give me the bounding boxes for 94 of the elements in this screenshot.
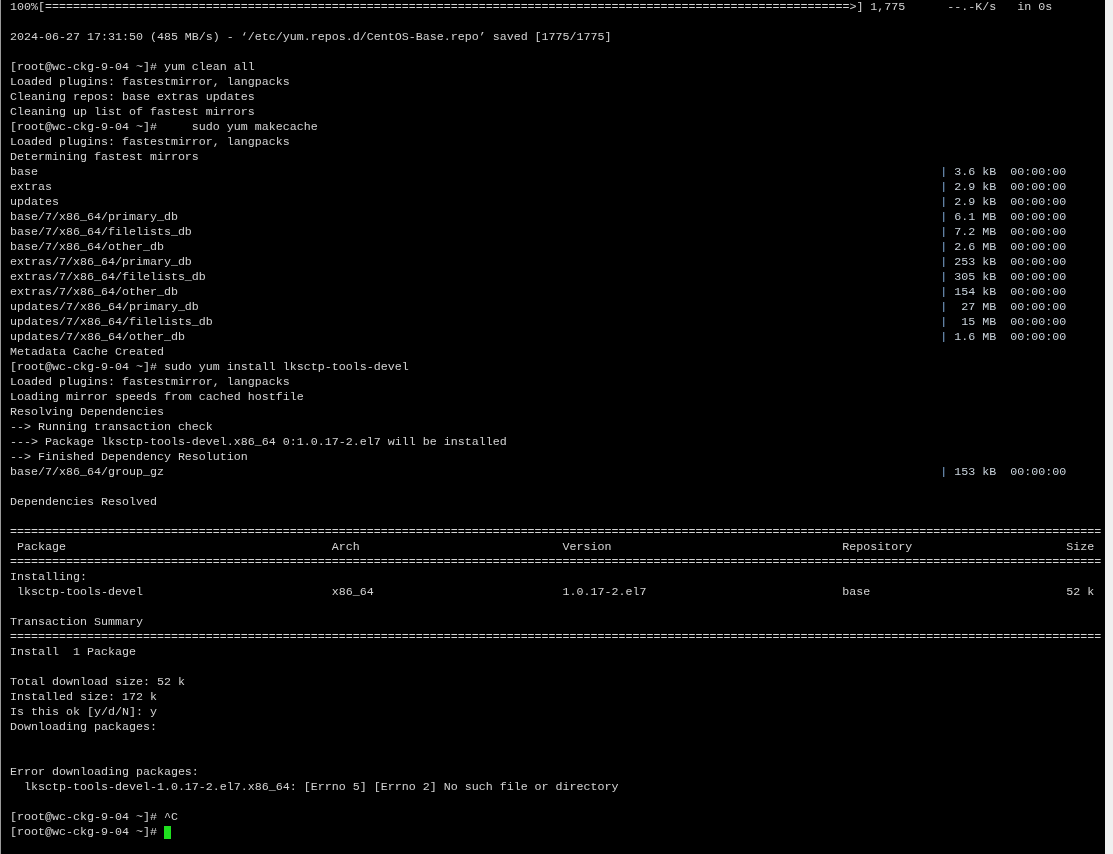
download-time: 00:00:00 — [1010, 315, 1067, 330]
terminal-line: [root@wc-ckg-9-04 ~]# — [10, 825, 158, 840]
column-separator: | — [940, 240, 948, 255]
column-header: Repository — [842, 540, 914, 555]
table-cell-text: x86_64 — [331, 585, 375, 600]
terminal-line: Loading mirror speeds from cached hostfile — [10, 390, 304, 405]
repo-name: extras/7/x86_64/primary_db — [10, 255, 193, 270]
terminal-line: Downloading packages: — [10, 720, 157, 735]
column-separator: | — [940, 315, 948, 330]
table-cell-text: lksctp-tools-devel — [17, 585, 144, 600]
download-time: 00:00:00 — [1010, 285, 1067, 300]
terminal-line: ============================================================================================================================================================ — [10, 525, 1102, 540]
column-header: Package — [17, 540, 67, 555]
download-time: 00:00:00 — [1010, 195, 1067, 210]
terminal-line: lksctp-tools-devel-1.0.17-2.el7.x86_64: [Errno 5] [Errno 2] No such file or directory — [23, 780, 619, 795]
column-separator: | — [940, 195, 948, 210]
terminal-line: 2024-06-27 17:31:50 (485 MB/s) - ‘/etc/yum.repos.d/CentOS-Base.repo’ saved [1775/1775] — [10, 30, 612, 45]
column-separator: | — [940, 300, 948, 315]
repo-name: updates/7/x86_64/primary_db — [10, 300, 200, 315]
download-size: 253 kB — [953, 255, 997, 270]
download-time: 00:00:00 — [1010, 165, 1067, 180]
repo-name: base/7/x86_64/group_gz — [10, 465, 165, 480]
terminal-line: [root@wc-ckg-9-04 ~]# yum clean all — [10, 60, 255, 75]
download-size: 154 kB — [953, 285, 997, 300]
terminal-line: Loaded plugins: fastestmirror, langpacks — [10, 135, 290, 150]
download-time: 00:00:00 — [1010, 180, 1067, 195]
column-separator: | — [940, 255, 948, 270]
column-separator: | — [940, 465, 948, 480]
column-separator: | — [940, 270, 948, 285]
terminal-line: Resolving Dependencies — [10, 405, 164, 420]
terminal-line: 100%[===================================================================================================================>] 1,775 --.-K/s in 0s — [10, 0, 1053, 15]
table-cell-text: 52 k — [1065, 585, 1095, 600]
column-separator: | — [940, 165, 948, 180]
download-time: 00:00:00 — [1010, 255, 1067, 270]
repo-name: extras/7/x86_64/other_db — [10, 285, 179, 300]
column-header: Arch — [331, 540, 361, 555]
download-size: 6.1 MB — [953, 210, 997, 225]
download-size: 15 MB — [960, 315, 997, 330]
download-time: 00:00:00 — [1010, 300, 1067, 315]
column-separator: | — [940, 210, 948, 225]
terminal-line: --> Finished Dependency Resolution — [10, 450, 248, 465]
download-time: 00:00:00 — [1010, 225, 1067, 240]
terminal-line: Error downloading packages: — [10, 765, 199, 780]
terminal-line: Cleaning repos: base extras updates — [10, 90, 255, 105]
column-header: Version — [562, 540, 613, 555]
terminal-line: Is this ok [y/d/N]: y — [10, 705, 157, 720]
terminal-line: Install 1 Package — [10, 645, 136, 660]
repo-name: base/7/x86_64/other_db — [10, 240, 165, 255]
download-time: 00:00:00 — [1010, 270, 1067, 285]
column-separator: | — [940, 330, 948, 345]
terminal-line: Loaded plugins: fastestmirror, langpacks — [10, 375, 290, 390]
column-separator: | — [940, 225, 948, 240]
column-separator: | — [940, 285, 948, 300]
terminal-line: [root@wc-ckg-9-04 ~]# ^C — [10, 810, 178, 825]
download-size: 2.9 kB — [953, 180, 997, 195]
download-size: 27 MB — [960, 300, 997, 315]
terminal-line: Metadata Cache Created — [10, 345, 164, 360]
repo-name: updates — [10, 195, 60, 210]
terminal-line: Determining fastest mirrors — [10, 150, 199, 165]
repo-name: extras/7/x86_64/filelists_db — [10, 270, 207, 285]
download-size: 2.9 kB — [953, 195, 997, 210]
repo-name: extras — [10, 180, 53, 195]
download-size: 153 kB — [953, 465, 997, 480]
terminal-line: Dependencies Resolved — [10, 495, 157, 510]
repo-name: updates/7/x86_64/other_db — [10, 330, 186, 345]
terminal-line: ============================================================================================================================================================ — [10, 555, 1102, 570]
download-size: 3.6 kB — [953, 165, 997, 180]
download-size: 305 kB — [953, 270, 997, 285]
terminal-line: Installing: — [10, 570, 87, 585]
download-size: 1.6 MB — [953, 330, 997, 345]
terminal-line: Loaded plugins: fastestmirror, langpacks — [10, 75, 290, 90]
repo-name: updates/7/x86_64/filelists_db — [10, 315, 214, 330]
terminal-line: ---> Package lksctp-tools-devel.x86_64 0:1.0.17-2.el7 will be installed — [10, 435, 507, 450]
download-time: 00:00:00 — [1010, 240, 1067, 255]
terminal-line: ============================================================================================================================================================ — [10, 630, 1102, 645]
repo-name: base/7/x86_64/filelists_db — [10, 225, 193, 240]
terminal-line: Transaction Summary — [10, 615, 143, 630]
terminal-line: Installed size: 172 k — [10, 690, 157, 705]
download-size: 7.2 MB — [953, 225, 997, 240]
repo-name: base — [10, 165, 39, 180]
terminal-line: --> Running transaction check — [10, 420, 213, 435]
repo-name: base/7/x86_64/primary_db — [10, 210, 179, 225]
terminal-line: Total download size: 52 k — [10, 675, 185, 690]
terminal-line: Cleaning up list of fastest mirrors — [10, 105, 255, 120]
download-size: 2.6 MB — [953, 240, 997, 255]
column-separator: | — [940, 180, 948, 195]
terminal-line: [root@wc-ckg-9-04 ~]# sudo yum install lksctp-tools-devel — [10, 360, 409, 375]
column-header: Size — [1065, 540, 1095, 555]
download-time: 00:00:00 — [1010, 210, 1067, 225]
table-cell-text: base — [842, 585, 872, 600]
table-cell-text: 1.0.17-2.el7 — [562, 585, 648, 600]
terminal-line: [root@wc-ckg-9-04 ~]# sudo yum makecache — [10, 120, 318, 135]
download-time: 00:00:00 — [1010, 465, 1067, 480]
download-time: 00:00:00 — [1010, 330, 1067, 345]
